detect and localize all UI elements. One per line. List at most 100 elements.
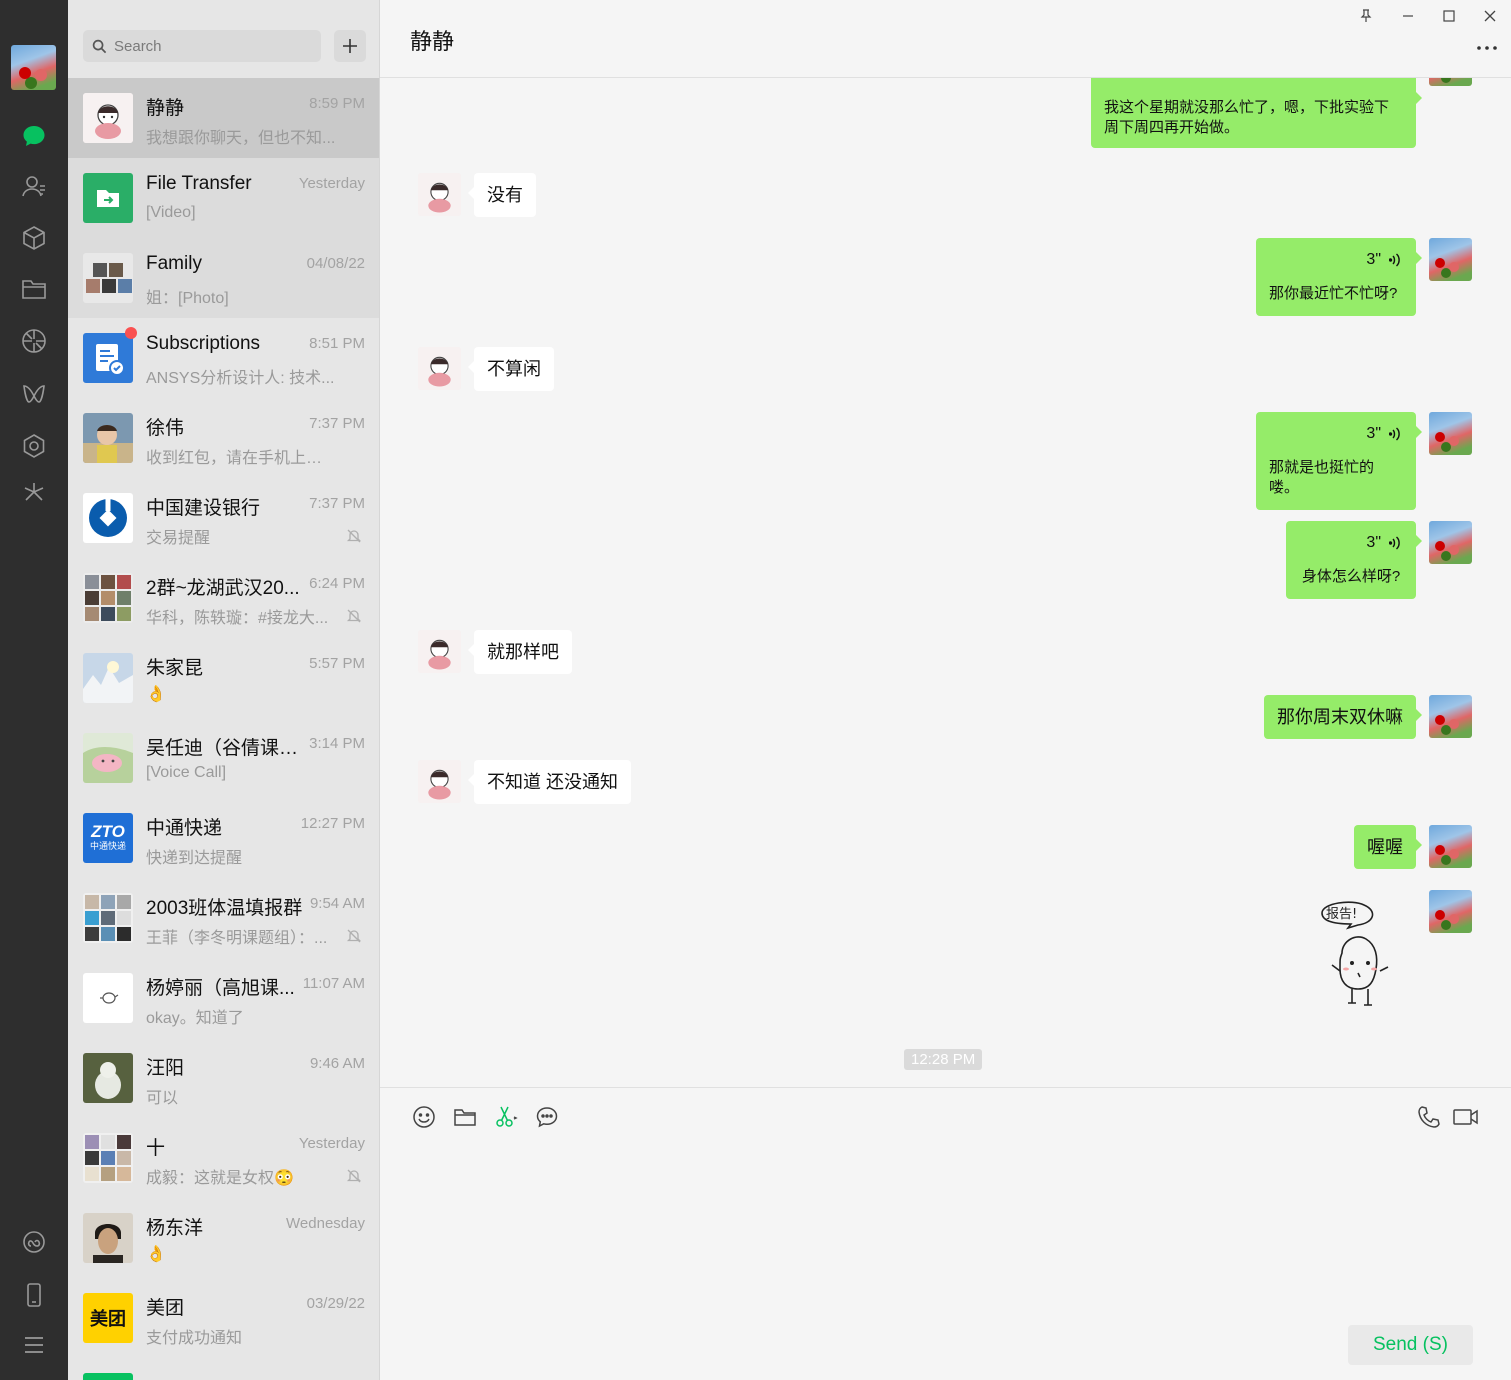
message-bubble-incoming[interactable]: 就那样吧	[468, 630, 572, 674]
message-input[interactable]	[410, 1148, 1480, 1318]
chat-item-name: 2群~龙湖武汉20...	[146, 578, 300, 599]
chat-item[interactable]: 中国建设银行 7:37 PM 交易提醒	[68, 478, 379, 558]
search-box[interactable]	[83, 30, 321, 62]
contact-avatar	[83, 413, 133, 463]
voice-transcript: 那你最近忙不忙呀?	[1269, 285, 1398, 302]
voice-message-bubble[interactable]: 3" 身体怎么样呀?	[1286, 521, 1422, 599]
mute-icon	[346, 1169, 362, 1183]
files-icon[interactable]	[0, 269, 68, 309]
chat-list-panel: 静静 8:59 PM 我想跟你聊天，但也不知... File Transfer …	[68, 0, 380, 1380]
voice-message-duration: 3"	[1269, 250, 1403, 270]
chat-item[interactable]: 美团 美团 03/29/22 支付成功通知	[68, 1278, 379, 1358]
chat-item[interactable]: 徐伟 7:37 PM 收到红包，请在手机上查看	[68, 398, 379, 478]
peer-avatar[interactable]	[418, 347, 461, 390]
emoji-button[interactable]	[411, 1104, 437, 1130]
contacts-icon[interactable]	[0, 166, 68, 206]
chat-item[interactable]: File Transfer Yesterday [Video]	[68, 158, 379, 238]
chats-icon[interactable]	[0, 116, 68, 156]
chat-item[interactable]: Family 04/08/22 姐：[Photo]	[68, 238, 379, 318]
chat-item[interactable]: 杨婷丽（高旭课... 11:07 AM okay。知道了	[68, 958, 379, 1038]
zto-logo-text: ZTO	[91, 822, 125, 841]
chat-item-preview: [Voice Call]	[146, 764, 227, 781]
chat-item-preview: 收到红包，请在手机上查看	[146, 450, 336, 467]
phone-icon[interactable]	[0, 1275, 68, 1315]
plus-icon	[343, 39, 357, 53]
sticker-caption: 报告!	[1326, 907, 1358, 922]
chat-item[interactable]: 2群~龙湖武汉20... 6:24 PM 华科，陈轶璇：#接龙大...	[68, 558, 379, 638]
mini-programs-icon[interactable]	[0, 473, 68, 513]
sticker-message[interactable]: 报告!	[1312, 893, 1392, 1021]
video-camera-icon	[1453, 1109, 1478, 1125]
minimize-button[interactable]	[1396, 4, 1420, 28]
message-bubble-incoming[interactable]: 不算闲	[468, 347, 554, 391]
voice-transcript: 那就是也挺忙的喽。	[1269, 459, 1375, 496]
chat-item-time: 8:51 PM	[309, 335, 365, 352]
pin-icon	[1360, 9, 1372, 22]
mini-program-panel-icon[interactable]	[0, 1222, 68, 1262]
chat-item[interactable]: 2003班体温填报群 9:54 AM 王菲（李冬明课题组）：...	[68, 878, 379, 958]
send-button[interactable]: Send (S)	[1348, 1325, 1473, 1365]
group-avatar	[83, 253, 133, 303]
group-avatar	[83, 893, 133, 943]
chat-item[interactable]: 汪阳 9:46 AM 可以	[68, 1038, 379, 1118]
menu-icon[interactable]	[0, 1325, 68, 1365]
message-bubble-incoming[interactable]: 没有	[468, 173, 536, 217]
voice-message-bubble[interactable]: 3" 那你最近忙不忙呀?	[1256, 238, 1422, 316]
screenshot-button[interactable]	[493, 1104, 519, 1130]
chat-item[interactable]: Subscriptions 8:51 PM ANSYS分析设计人: 技术...	[68, 318, 379, 398]
pin-window-button[interactable]	[1354, 4, 1378, 28]
chat-item[interactable]: 静静 8:59 PM 我想跟你聊天，但也不知...	[68, 78, 379, 158]
group-avatar	[83, 1133, 133, 1183]
contact-avatar	[83, 1373, 133, 1380]
moments-icon[interactable]	[0, 321, 68, 361]
chat-item-time: 9:54 AM	[309, 895, 365, 912]
chat-history-button[interactable]	[534, 1104, 560, 1130]
conversation-title: 静静	[410, 29, 455, 54]
peer-avatar[interactable]	[418, 630, 461, 673]
send-file-button[interactable]	[452, 1104, 478, 1130]
my-avatar	[1429, 890, 1472, 933]
nav-rail	[0, 0, 68, 1380]
search-input[interactable]	[114, 37, 304, 55]
message-bubble-outgoing[interactable]: 喔喔	[1354, 825, 1422, 869]
voice-wave-icon	[1389, 253, 1400, 267]
chat-item[interactable]: ZTO 中通快递 中通快递 12:27 PM 快递到达提醒	[68, 798, 379, 878]
folder-icon	[454, 1109, 476, 1126]
chat-item-name: 美团	[146, 1298, 185, 1319]
my-avatar	[1429, 78, 1472, 86]
video-call-button[interactable]	[1452, 1104, 1480, 1130]
start-chat-button[interactable]	[334, 30, 366, 62]
my-avatar	[1429, 412, 1472, 455]
search-discover-icon[interactable]	[0, 426, 68, 466]
peer-avatar[interactable]	[418, 173, 461, 216]
chat-item[interactable]	[68, 1358, 379, 1380]
maximize-button[interactable]	[1437, 4, 1461, 28]
message-bubble-outgoing[interactable]: 我这个星期就没那么忙了，嗯，下批实验下周下周四再开始做。	[1091, 78, 1422, 148]
conversation-header: 静静	[380, 0, 1511, 78]
chat-item-name: 吴任迪（谷倩课题...	[146, 738, 306, 759]
chat-item[interactable]: 朱家昆 5:57 PM 👌	[68, 638, 379, 718]
contact-avatar	[83, 1053, 133, 1103]
voice-duration-text: 3"	[1366, 425, 1381, 442]
message-bubble-incoming[interactable]: 不知道 还没通知	[467, 760, 632, 804]
my-avatar	[1429, 521, 1472, 564]
voice-duration-text: 3"	[1366, 534, 1381, 551]
chat-item-name: 汪阳	[146, 1058, 185, 1079]
voice-message-bubble[interactable]: 3" 那就是也挺忙的喽。	[1256, 412, 1422, 510]
message-bubble-outgoing[interactable]: 那你周末双休嘛	[1264, 695, 1422, 739]
voice-message-duration: 3"	[1299, 533, 1403, 553]
chat-item-preview: 华科，陈轶璇：#接龙大...	[146, 610, 329, 627]
voice-call-button[interactable]	[1416, 1104, 1442, 1130]
close-button[interactable]	[1478, 4, 1502, 28]
chat-item-name: 中通快递	[146, 818, 223, 839]
my-avatar[interactable]	[11, 45, 56, 90]
my-avatar	[1429, 238, 1472, 281]
peer-avatar[interactable]	[418, 760, 461, 803]
favorites-icon[interactable]	[0, 218, 68, 258]
channels-icon[interactable]	[0, 374, 68, 414]
more-options-button[interactable]	[1475, 38, 1499, 58]
phone-call-icon	[1418, 1106, 1440, 1128]
chat-item[interactable]: 十 Yesterday 成毅：这就是女权😳	[68, 1118, 379, 1198]
chat-item[interactable]: 吴任迪（谷倩课题... 3:14 PM [Voice Call]	[68, 718, 379, 798]
chat-item[interactable]: 杨东洋 Wednesday 👌	[68, 1198, 379, 1278]
